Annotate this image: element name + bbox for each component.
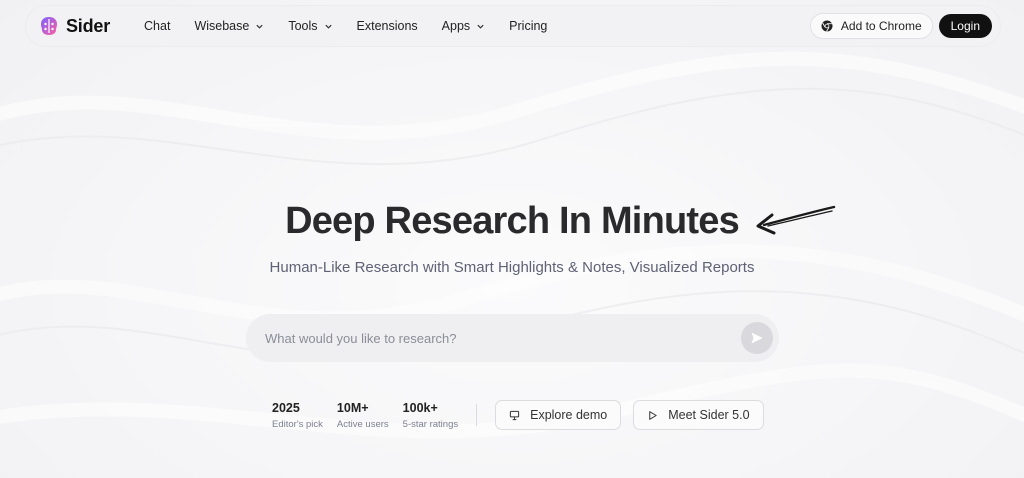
brand[interactable]: Sider — [38, 15, 110, 37]
hero-title: Deep Research In Minutes — [285, 200, 740, 242]
nav-item-extensions[interactable]: Extensions — [345, 6, 430, 46]
nav-item-tools[interactable]: Tools — [276, 6, 344, 46]
stat-label: Active users — [336, 418, 389, 430]
nav-item-label: Pricing — [509, 19, 548, 33]
explore-demo-button[interactable]: Explore demo — [495, 400, 622, 430]
chevron-down-icon — [477, 24, 484, 29]
send-icon — [751, 332, 763, 344]
research-search-bar — [246, 314, 779, 362]
chrome-icon — [821, 20, 833, 32]
login-button[interactable]: Login — [938, 14, 992, 38]
meet-sider-label: Meet Sider 5.0 — [668, 408, 750, 422]
chevron-down-icon — [256, 24, 263, 29]
meet-sider-button[interactable]: Meet Sider 5.0 — [633, 400, 764, 430]
nav-item-wisebase[interactable]: Wisebase — [182, 6, 276, 46]
research-input[interactable] — [265, 330, 741, 346]
play-icon — [649, 410, 657, 420]
stat-active-users: 10M+ Active users — [337, 401, 389, 430]
nav-item-label: Chat — [144, 19, 171, 33]
top-navbar: Sider Chat Wisebase Tools Extensions App… — [26, 6, 1000, 46]
sider-logo-icon — [41, 17, 57, 35]
send-button[interactable] — [741, 322, 773, 354]
stats-and-actions: 2025 Editor's pick 10M+ Active users 100… — [272, 398, 776, 432]
stat-value: 10M+ — [336, 400, 369, 415]
presentation-icon — [509, 410, 520, 420]
nav-item-label: Tools — [288, 19, 318, 33]
nav-item-pricing[interactable]: Pricing — [497, 6, 559, 46]
chevron-down-icon — [324, 24, 332, 29]
nav-item-apps[interactable]: Apps — [430, 6, 498, 46]
nav-item-label: Wisebase — [194, 19, 250, 33]
hero-title-container: Deep Research In Minutes — [0, 200, 1024, 243]
divider — [476, 404, 478, 426]
hero-subtitle: Human-Like Research with Smart Highlight… — [269, 259, 755, 276]
add-to-chrome-label: Add to Chrome — [840, 19, 922, 33]
stat-ratings: 100k+ 5-star ratings — [403, 401, 458, 430]
stat-value: 100k+ — [402, 400, 438, 415]
hand-drawn-arrow-icon — [756, 205, 836, 235]
nav-item-chat[interactable]: Chat — [132, 6, 182, 46]
explore-demo-label: Explore demo — [530, 408, 608, 422]
stat-label: 5-star ratings — [402, 418, 459, 430]
stat-value: 2025 — [272, 400, 300, 415]
stat-editors-pick: 2025 Editor's pick — [272, 401, 323, 430]
brand-name: Sider — [66, 15, 111, 36]
nav-item-label: Apps — [441, 19, 471, 33]
page: Sider Chat Wisebase Tools Extensions App… — [0, 0, 1024, 478]
nav-menu: Chat Wisebase Tools Extensions Apps Pric… — [132, 6, 559, 46]
stat-label: Editor's pick — [272, 418, 323, 430]
nav-item-label: Extensions — [356, 19, 418, 33]
add-to-chrome-button[interactable]: Add to Chrome — [809, 13, 933, 39]
